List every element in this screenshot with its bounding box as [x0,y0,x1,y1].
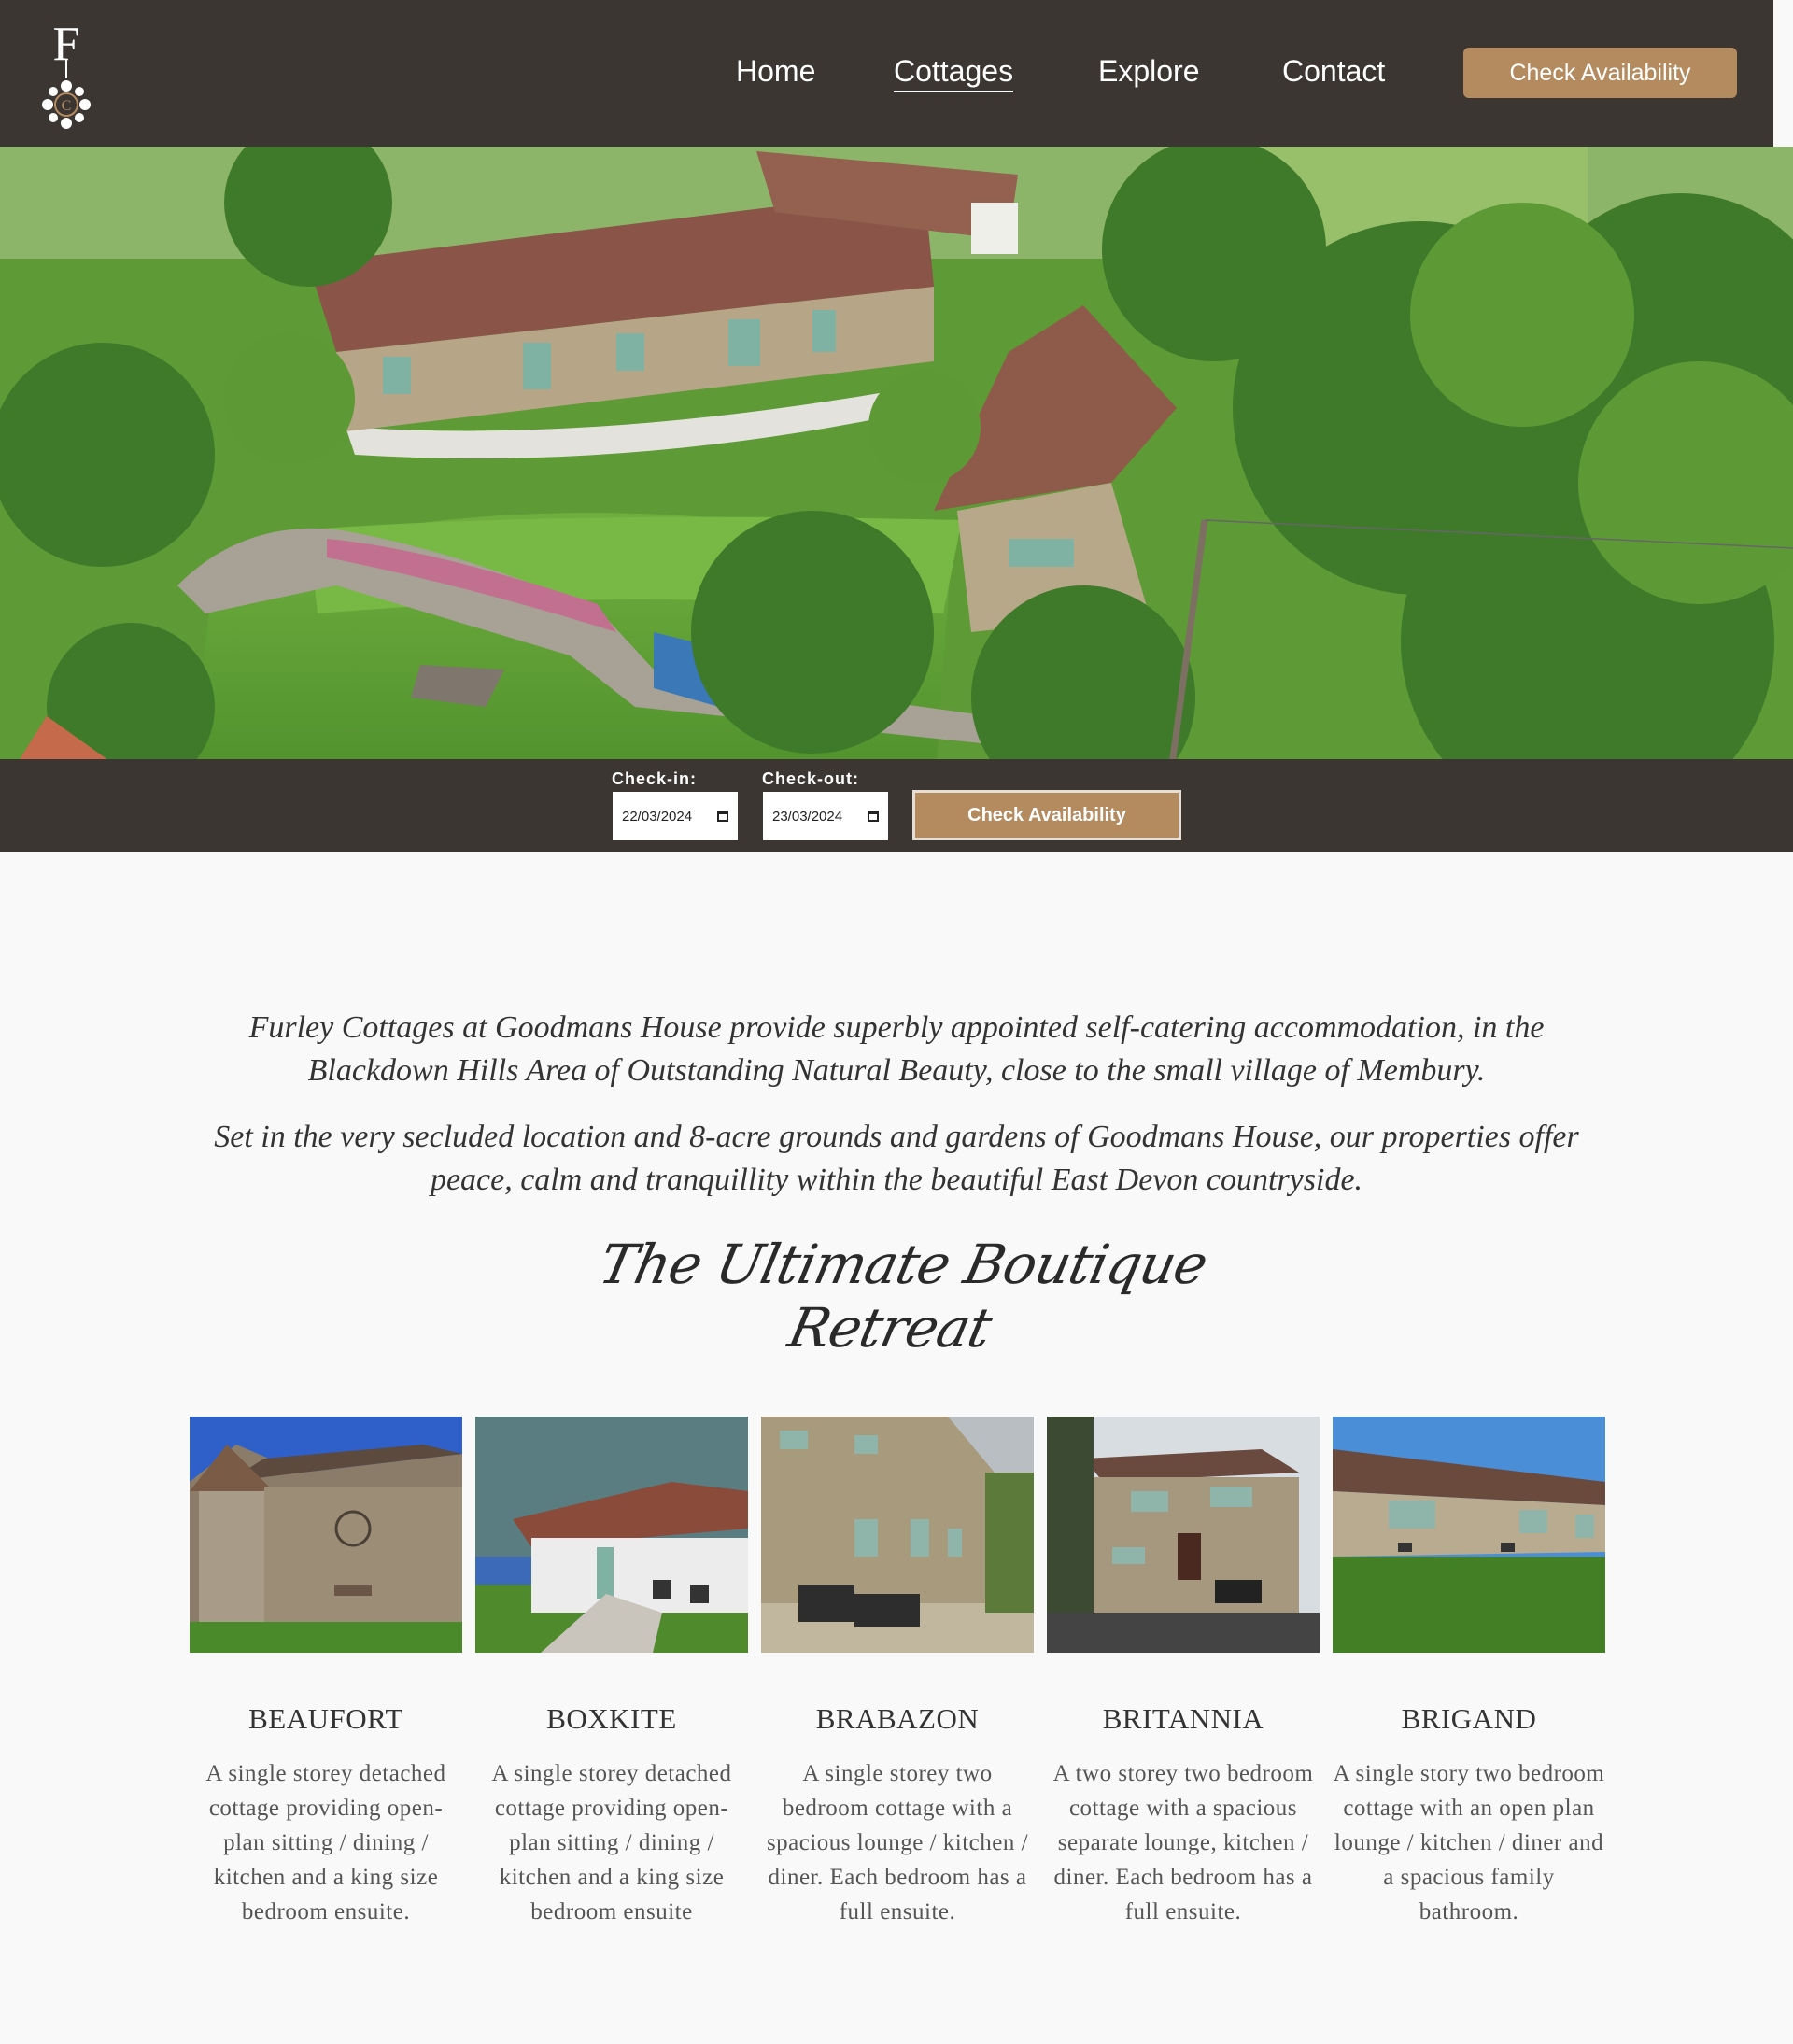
intro-paragraph-1: Furley Cottages at Goodmans House provid… [248,1010,1545,1088]
cottage-description: A single storey detached cottage providi… [205,1761,446,1924]
cottage-description: A two storey two bedroom cottage with a … [1052,1761,1314,1924]
scroll-gap [1773,0,1793,147]
svg-text:C: C [62,98,72,114]
cottage-card-boxkite: BOXKITE A single storey detached cottage… [475,1417,748,1929]
calendar-icon[interactable] [868,811,879,822]
furley-logo[interactable]: F C [32,13,101,131]
cottage-card-brabazon: BRABAZON A single storey two bedroom cot… [761,1417,1034,1929]
cottage-card-brigand: BRIGAND A single story two bedroom cotta… [1333,1417,1605,1929]
checkout-date-value: 23/03/2024 [772,808,843,825]
checkout-date-input[interactable]: 23/03/2024 [763,792,888,840]
cottage-name[interactable]: BEAUFORT [190,1702,462,1736]
cottage-name[interactable]: BRABAZON [761,1702,1034,1736]
cottage-name[interactable]: BRITANNIA [1047,1702,1320,1736]
cottage-photo[interactable] [1333,1417,1605,1653]
logo-icon: F C [42,18,91,129]
nav-link-explore[interactable]: Explore [1098,54,1200,89]
cottage-description: A single storey two bedroom cottage with… [766,1761,1029,1924]
booking-bar: Check-in: 22/03/2024 Check-out: 23/03/20… [0,759,1793,852]
hero-aerial-image [0,147,1793,759]
cottage-name[interactable]: BRIGAND [1333,1702,1605,1736]
check-availability-button[interactable]: Check Availability [912,790,1181,840]
cottage-description: A single storey detached cottage providi… [491,1761,732,1924]
cottage-photo[interactable] [190,1417,462,1653]
nav-link-home[interactable]: Home [736,54,815,89]
cottage-photo[interactable] [761,1417,1034,1653]
checkin-date-value: 22/03/2024 [622,808,693,825]
checkout-label: Check-out: [762,769,859,788]
intro-paragraph-2: Set in the very secluded location and 8-… [214,1120,1579,1197]
calendar-icon[interactable] [717,811,728,822]
cottage-card-britannia: BRITANNIA A two storey two bedroom cotta… [1047,1417,1320,1929]
cottage-photo[interactable] [475,1417,748,1653]
cottage-description: A single story two bedroom cottage with … [1333,1761,1605,1924]
tagline: The Ultimate Boutique Retreat [523,1233,1270,1360]
tagline-text: The Ultimate Boutique Retreat [593,1233,1213,1360]
checkin-date-input[interactable]: 22/03/2024 [613,792,738,840]
check-availability-nav-button[interactable]: Check Availability [1463,48,1737,98]
cottage-name[interactable]: BOXKITE [475,1702,748,1736]
top-navigation-bar: F C Home Cottages Explore Contact Check … [0,0,1773,147]
checkin-label: Check-in: [612,769,698,788]
cottage-card-beaufort: BEAUFORT A single storey detached cottag… [190,1417,462,1929]
nav-link-cottages[interactable]: Cottages [894,54,1014,92]
nav-link-contact[interactable]: Contact [1282,54,1385,89]
cottage-photo[interactable] [1047,1417,1320,1653]
